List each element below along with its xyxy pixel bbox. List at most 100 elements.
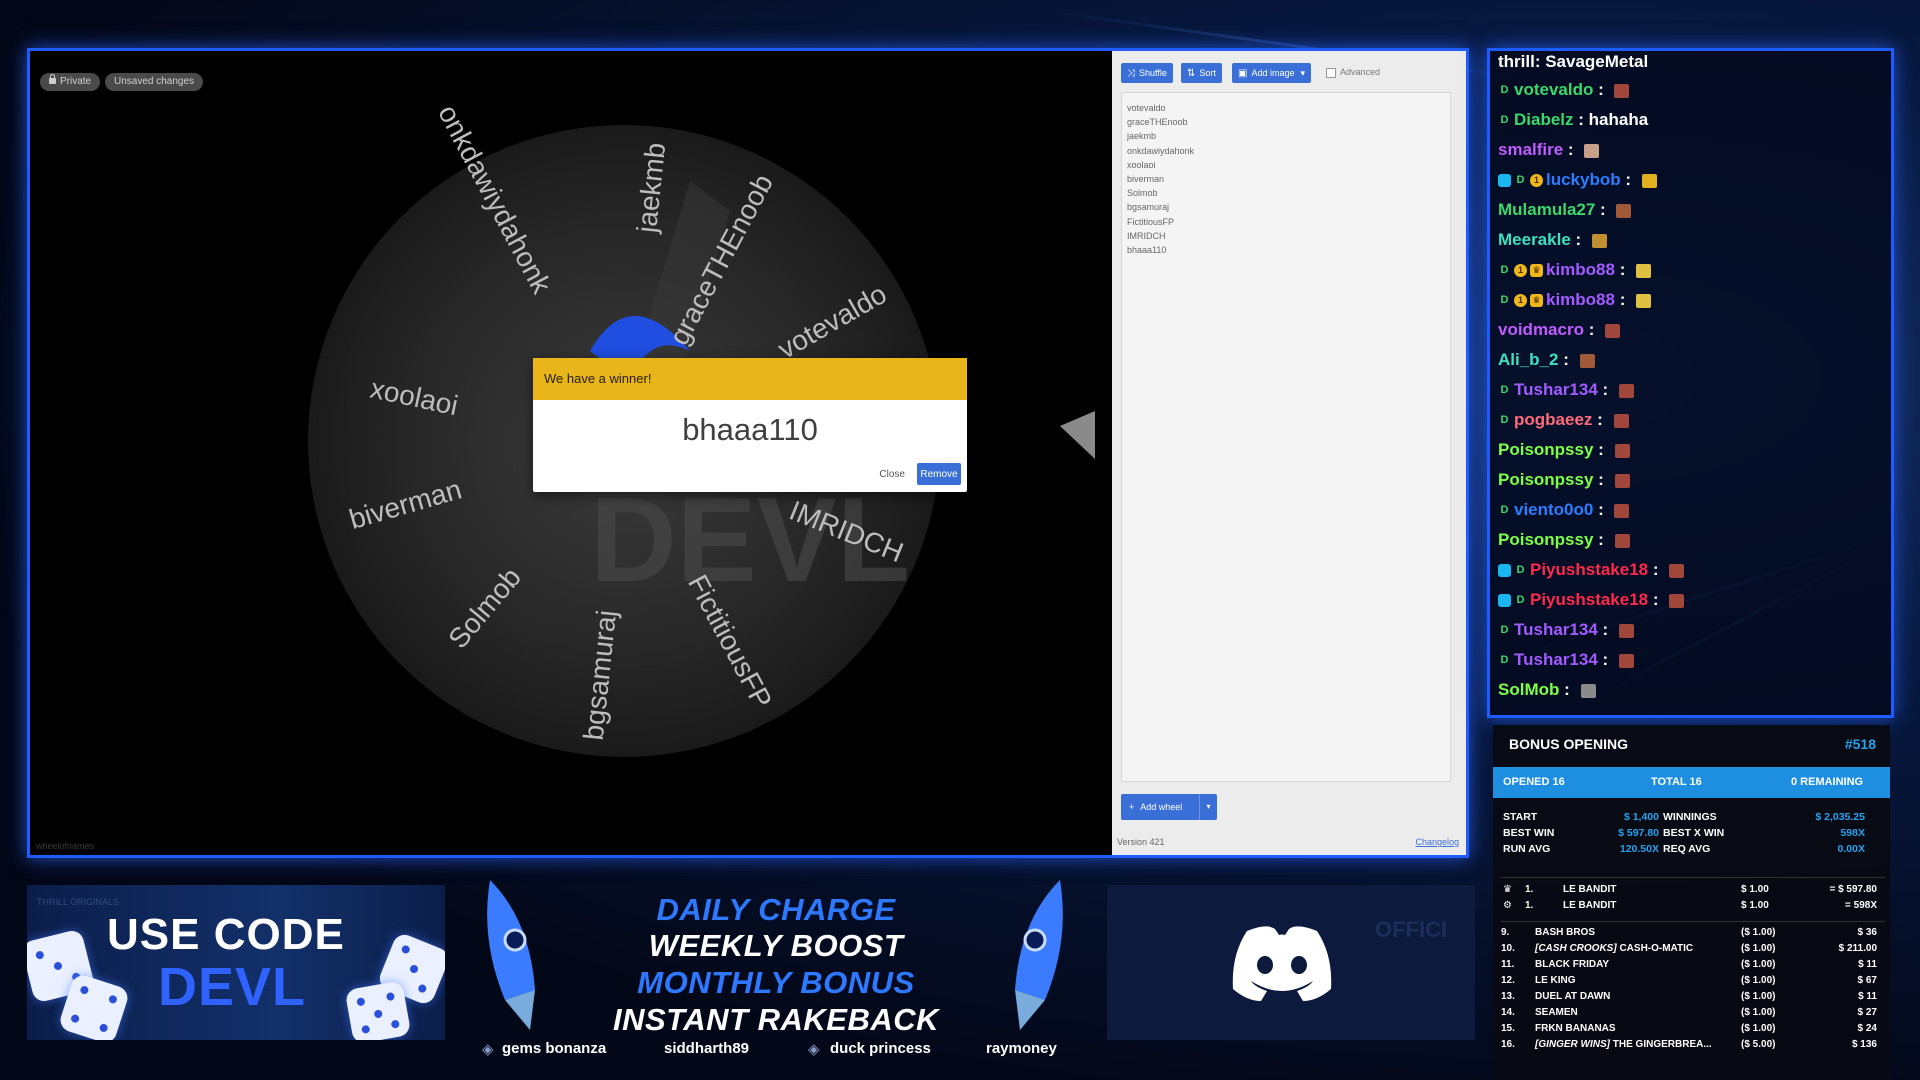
slot-rank: 15. — [1501, 1023, 1515, 1034]
slot-bet: ($ 5.00) — [1741, 1039, 1776, 1050]
gem-badge-icon — [1498, 174, 1511, 188]
slot-row: 12. LE KING ($ 1.00) $ 67 — [1501, 975, 1885, 991]
emote-icon — [1614, 533, 1630, 548]
gem-icon: ◈ — [808, 1041, 820, 1058]
chat-username[interactable]: Mulamula27 — [1498, 200, 1595, 219]
entry-line: IMRIDCH — [1127, 230, 1166, 241]
wheel-browser-window: Private Unsaved changes DEVL votevaldo gr… — [27, 48, 1469, 858]
emote-icon — [1669, 593, 1685, 608]
slot-name: CASH-O-MATIC — [1619, 943, 1694, 954]
chat-username[interactable]: Ali_b_2 — [1498, 350, 1558, 369]
chat-colon: : — [1595, 200, 1611, 219]
rakeback-banner: DAILY CHARGE WEEKLY BOOST MONTHLY BONUS … — [460, 880, 1092, 1075]
chat-message: D Piyushstake18 : — [1498, 555, 1883, 585]
stat-row: BEST WIN $ 597.80 BEST X WIN 598X — [1503, 827, 1883, 843]
chat-username[interactable]: Tushar134 — [1514, 620, 1598, 639]
chat-panel: thrill: SavageMetal Dvotevaldo : D Diabel… — [1487, 48, 1894, 718]
chat-username[interactable]: smalfire — [1498, 140, 1563, 159]
emote-icon — [1605, 323, 1621, 338]
chat-username[interactable]: kimbo88 — [1546, 290, 1615, 309]
gem-badge-icon — [1498, 594, 1511, 608]
slot-row: 11. BLACK FRIDAY ($ 1.00) $ 11 — [1501, 959, 1885, 975]
add-wheel-button[interactable]: + Add wheel ▾ — [1121, 794, 1217, 820]
d-badge-icon: D — [1500, 654, 1509, 667]
stat-row: RUN AVG 120.50X REQ AVG 0.00X — [1503, 843, 1883, 859]
d-badge-icon: D — [1500, 114, 1509, 127]
emote-icon — [1614, 443, 1630, 458]
bonus-title: BONUS OPENING — [1509, 736, 1629, 752]
entry-line: graceTHEnoob — [1127, 117, 1188, 128]
chat-colon: : — [1592, 410, 1608, 429]
best-row: ⚙ 1. LE BANDIT $ 1.00 = 598X — [1501, 900, 1885, 916]
remove-button[interactable]: Remove — [917, 463, 961, 485]
total-count: TOTAL 16 — [1651, 776, 1702, 788]
d-badge-icon: D — [1500, 84, 1509, 97]
sort-button[interactable]: ⇅ Sort — [1181, 63, 1222, 83]
emote-icon — [1580, 683, 1596, 698]
slot-name: DUEL AT DAWN — [1535, 991, 1611, 1002]
chat-username[interactable]: Tushar134 — [1514, 650, 1598, 669]
gear-icon: ⚙ — [1503, 900, 1512, 911]
chat-username[interactable]: luckybob — [1546, 170, 1621, 189]
close-button[interactable]: Close — [879, 469, 905, 480]
changelog-link[interactable]: Changelog — [1415, 837, 1459, 847]
chat-username[interactable]: Tushar134 — [1514, 380, 1598, 399]
entry-line: bhaaa110 — [1127, 245, 1167, 256]
best-slot-name: LE BANDIT — [1563, 884, 1617, 895]
slot-name: BASH BROS — [1535, 927, 1596, 938]
d-badge-icon: D — [1500, 624, 1509, 637]
slot-name: THE GINGERBREA... — [1612, 1039, 1712, 1050]
checkbox-icon[interactable] — [1326, 67, 1336, 78]
wheel-canvas-area[interactable]: Private Unsaved changes DEVL votevaldo gr… — [30, 51, 1112, 855]
chat-text: hahaha — [1588, 110, 1649, 129]
slot-row: 10. [CASH CROOKS] CASH-O-MATIC ($ 1.00) $ 2… — [1501, 943, 1885, 959]
chat-username[interactable]: Piyushstake18 — [1530, 590, 1648, 609]
chat-username[interactable]: viento0o0 — [1514, 500, 1593, 519]
slot-bet: ($ 1.00) — [1741, 1007, 1776, 1018]
sponsor-1: gems bonanza — [502, 1040, 607, 1057]
entries-textarea[interactable]: votevaldo graceTHEnoob jaekmb onkdawiydahon… — [1121, 92, 1451, 782]
add-wheel-label: Add wheel — [1140, 802, 1183, 812]
chat-username[interactable]: votevaldo — [1514, 80, 1593, 99]
emote-icon — [1614, 473, 1630, 488]
chat-username[interactable]: Piyushstake18 — [1530, 560, 1648, 579]
chat-username[interactable]: voidmacro — [1498, 320, 1584, 339]
chat-colon: : — [1593, 470, 1609, 489]
wheel-pointer-icon — [1060, 411, 1095, 459]
chat-username[interactable]: Meerakle — [1498, 230, 1571, 249]
chat-username[interactable]: pogbaeez — [1514, 410, 1592, 429]
chevron-down-icon[interactable]: ▾ — [1199, 794, 1217, 820]
chat-message: Ali_b_2 : — [1498, 345, 1883, 375]
winner-dialog: We have a winner! bhaaa110 Close Remove — [533, 358, 967, 492]
slot-bet: ($ 1.00) — [1741, 1023, 1776, 1034]
add-image-label: Add image — [1251, 68, 1295, 78]
chat-username[interactable]: SolMob — [1498, 680, 1559, 699]
chat-message-list: Dvotevaldo : D Diabelz : hahaha smalfire :… — [1498, 75, 1883, 705]
advanced-checkbox[interactable]: Advanced — [1326, 67, 1380, 78]
advanced-label: Advanced — [1340, 67, 1381, 77]
best-result: = 598X — [1845, 900, 1877, 911]
chat-username[interactable]: Poisonpssy — [1498, 470, 1593, 489]
slot-win: $ 136 — [1851, 1039, 1877, 1050]
shuffle-button[interactable]: ⤨ Shuffle — [1121, 63, 1173, 83]
slot-win: $ 67 — [1857, 975, 1877, 986]
chat-username[interactable]: Diabelz — [1514, 110, 1574, 129]
slot-win: $ 11 — [1858, 991, 1877, 1002]
crown-badge-icon: ♛ — [1530, 294, 1543, 308]
sort-label: Sort — [1199, 68, 1216, 78]
chat-username[interactable]: Poisonpssy — [1498, 440, 1593, 459]
stat-label: WINNINGS — [1663, 811, 1717, 823]
emote-icon — [1614, 503, 1630, 518]
chat-username[interactable]: kimbo88 — [1546, 260, 1615, 279]
dice-icon — [344, 980, 412, 1040]
d-badge-icon: D — [1516, 594, 1525, 607]
stream-overlay: Private Unsaved changes DEVL votevaldo gr… — [0, 0, 1920, 1080]
crown-badge-icon: ♛ — [1530, 264, 1543, 278]
add-image-button[interactable]: ▣ Add image ▾ — [1232, 63, 1312, 83]
slot-row: 14. SEAMEN ($ 1.00) $ 27 — [1501, 1007, 1885, 1023]
slot-name: BLACK FRIDAY — [1535, 959, 1610, 970]
chat-username[interactable]: Poisonpssy — [1498, 530, 1593, 549]
best-row: ♛ 1. LE BANDIT $ 1.00 = $ 597.80 — [1501, 884, 1885, 900]
sort-icon: ⇅ — [1187, 68, 1196, 79]
stat-value: 120.50X — [1619, 843, 1659, 855]
